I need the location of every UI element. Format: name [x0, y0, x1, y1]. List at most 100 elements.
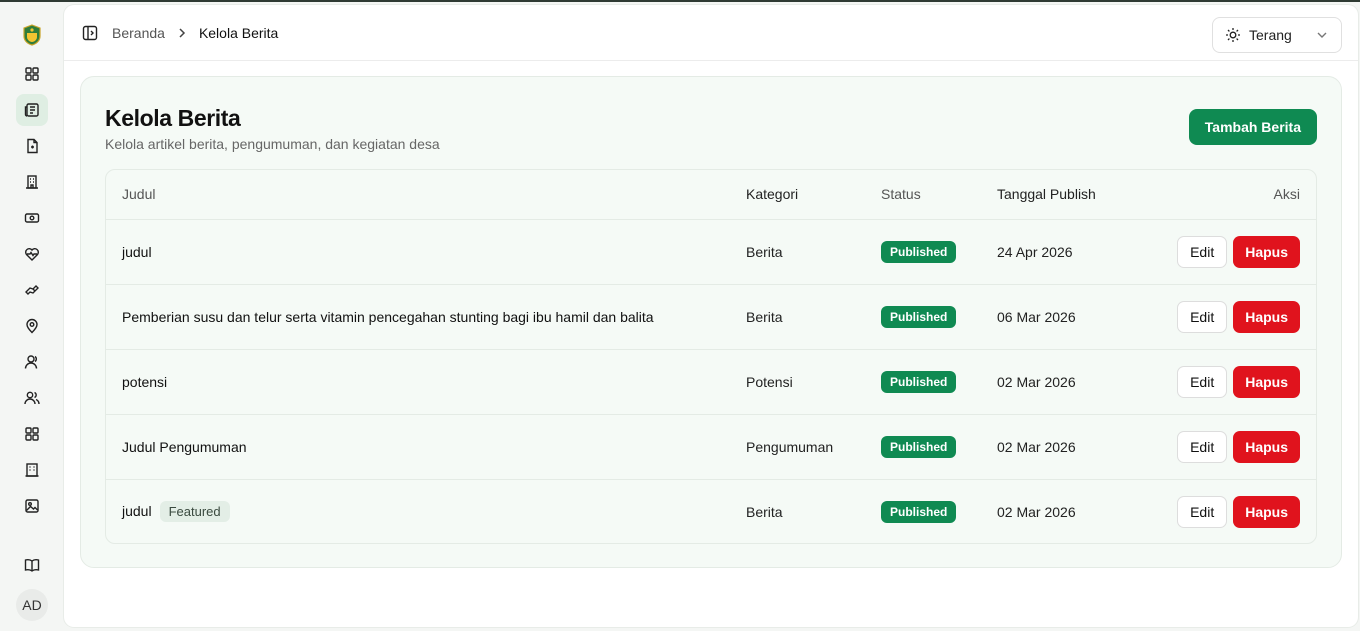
page-title: Kelola Berita: [105, 105, 241, 131]
sidebar-item-wilayah[interactable]: [16, 310, 48, 342]
column-header-kategori: Kategori: [746, 170, 881, 220]
cell-tanggal: 02 Mar 2026: [997, 349, 1157, 415]
sidebar-item-lembaga[interactable]: [16, 166, 48, 198]
sidebar-item-perangkat[interactable]: [16, 346, 48, 378]
office-building-icon: [25, 463, 39, 477]
column-header-tanggal: Tanggal Publish: [997, 170, 1157, 220]
sidebar-item-dashboard[interactable]: [16, 58, 48, 90]
breadcrumb-home[interactable]: Beranda: [112, 25, 165, 41]
user-icon: [24, 355, 38, 369]
cell-status: Published: [881, 284, 997, 350]
table-row: Judul Pengumuman Pengumuman Published 02…: [106, 414, 1316, 480]
cell-kategori: Berita: [746, 284, 881, 350]
add-news-button[interactable]: Tambah Berita: [1188, 109, 1317, 145]
heart-pulse-icon: [25, 248, 39, 261]
news-title[interactable]: Judul Pengumuman: [122, 439, 247, 455]
edit-button[interactable]: Edit: [1177, 495, 1228, 528]
avatar[interactable]: AD: [16, 589, 48, 621]
delete-button[interactable]: Hapus: [1233, 430, 1300, 463]
sidebar-bottom: AD: [16, 549, 48, 621]
handshake-icon: [25, 285, 39, 295]
table-row: Pemberian susu dan telur serta vitamin p…: [106, 284, 1316, 350]
breadcrumb: Beranda Kelola Berita: [112, 25, 278, 41]
sidebar-item-kesehatan[interactable]: [16, 238, 48, 270]
sidebar: AD: [0, 2, 64, 631]
page-subtitle: Kelola artikel berita, pengumuman, dan k…: [105, 136, 440, 152]
table-header-row: Judul Kategori Status Tanggal Publish Ak…: [106, 170, 1316, 220]
cell-kategori: Berita: [746, 219, 881, 285]
cell-aksi: Edit Hapus: [1157, 479, 1316, 543]
document-icon: [27, 138, 38, 154]
delete-button[interactable]: Hapus: [1233, 495, 1300, 528]
column-header-aksi: Aksi: [1157, 170, 1316, 220]
table-row: judul Featured Berita Published 02 Mar 20…: [106, 479, 1316, 543]
sidebar-item-surat[interactable]: [16, 130, 48, 162]
cell-status: Published: [881, 219, 997, 285]
sun-icon: [1226, 28, 1240, 42]
image-icon: [25, 499, 39, 513]
column-header-judul: Judul: [106, 170, 746, 220]
sidebar-item-profil[interactable]: [16, 454, 48, 486]
newspaper-icon: [24, 103, 39, 117]
status-badge: Published: [881, 435, 957, 458]
delete-button[interactable]: Hapus: [1233, 300, 1300, 333]
sidebar-item-panduan[interactable]: [16, 549, 48, 581]
chevron-right-icon: [179, 27, 185, 38]
news-title[interactable]: judul: [122, 503, 152, 519]
status-badge: Published: [881, 305, 957, 328]
theme-select[interactable]: Terang: [1212, 17, 1342, 53]
cell-tanggal: 06 Mar 2026: [997, 284, 1157, 350]
cell-kategori: Pengumuman: [746, 414, 881, 480]
cell-kategori: Berita: [746, 503, 783, 520]
sidebar-item-penduduk[interactable]: [16, 382, 48, 414]
status-badge: Published: [881, 370, 957, 393]
cell-aksi: Edit Hapus: [1157, 219, 1316, 285]
cell-tanggal: 24 Apr 2026: [997, 219, 1157, 285]
sidebar-nav: [16, 58, 48, 522]
cell-status: Published: [881, 349, 997, 415]
users-icon: [24, 391, 40, 405]
building-icon: [26, 175, 38, 189]
sidebar-toggle-icon[interactable]: [82, 25, 98, 41]
delete-button[interactable]: Hapus: [1233, 365, 1300, 398]
cell-kategori: Potensi: [746, 349, 881, 415]
news-title[interactable]: Pemberian susu dan telur serta vitamin p…: [122, 309, 654, 325]
cell-tanggal: 02 Mar 2026: [997, 414, 1157, 480]
map-pin-icon: [26, 318, 38, 334]
book-icon: [24, 559, 40, 572]
sidebar-item-berita[interactable]: [16, 94, 48, 126]
dashboard-grid-icon: [25, 67, 39, 81]
village-logo-icon[interactable]: [22, 24, 42, 46]
news-title[interactable]: judul: [122, 244, 152, 260]
column-header-status: Status: [881, 170, 997, 220]
table-row: judul Berita Published 24 Apr 2026 Edit H…: [106, 219, 1316, 285]
table-row: potensi Potensi Published 02 Mar 2026 Ed…: [106, 349, 1316, 415]
featured-badge: Featured: [159, 501, 230, 523]
sidebar-item-bantuan[interactable]: [16, 274, 48, 306]
delete-button[interactable]: Hapus: [1233, 235, 1300, 268]
news-card: Kelola Berita Kelola artikel berita, pen…: [80, 76, 1342, 568]
cell-tanggal: 02 Mar 2026: [997, 503, 1076, 520]
cell-status: Published: [881, 414, 997, 480]
news-title[interactable]: potensi: [122, 374, 167, 390]
apps-grid-icon: [25, 427, 39, 441]
theme-label: Terang: [1249, 27, 1292, 43]
edit-button[interactable]: Edit: [1177, 365, 1228, 398]
edit-button[interactable]: Edit: [1177, 235, 1228, 268]
chevron-down-icon: [1317, 32, 1327, 38]
cell-aksi: Edit Hapus: [1157, 414, 1316, 480]
sidebar-item-keuangan[interactable]: [16, 202, 48, 234]
cell-judul: potensi: [106, 349, 746, 415]
sidebar-item-layanan[interactable]: [16, 418, 48, 450]
main-content: Beranda Kelola Berita Terang Kelola Beri…: [64, 5, 1358, 627]
cell-aksi: Edit Hapus: [1157, 349, 1316, 415]
cell-status: Published: [881, 479, 997, 543]
cell-judul: judul Featured: [106, 479, 746, 543]
cell-judul: Judul Pengumuman: [106, 414, 746, 480]
edit-button[interactable]: Edit: [1177, 430, 1228, 463]
cell-judul: judul: [106, 219, 746, 285]
news-table: Judul Kategori Status Tanggal Publish Ak…: [105, 169, 1317, 544]
edit-button[interactable]: Edit: [1177, 300, 1228, 333]
sidebar-item-galeri[interactable]: [16, 490, 48, 522]
status-badge: Published: [881, 500, 957, 523]
